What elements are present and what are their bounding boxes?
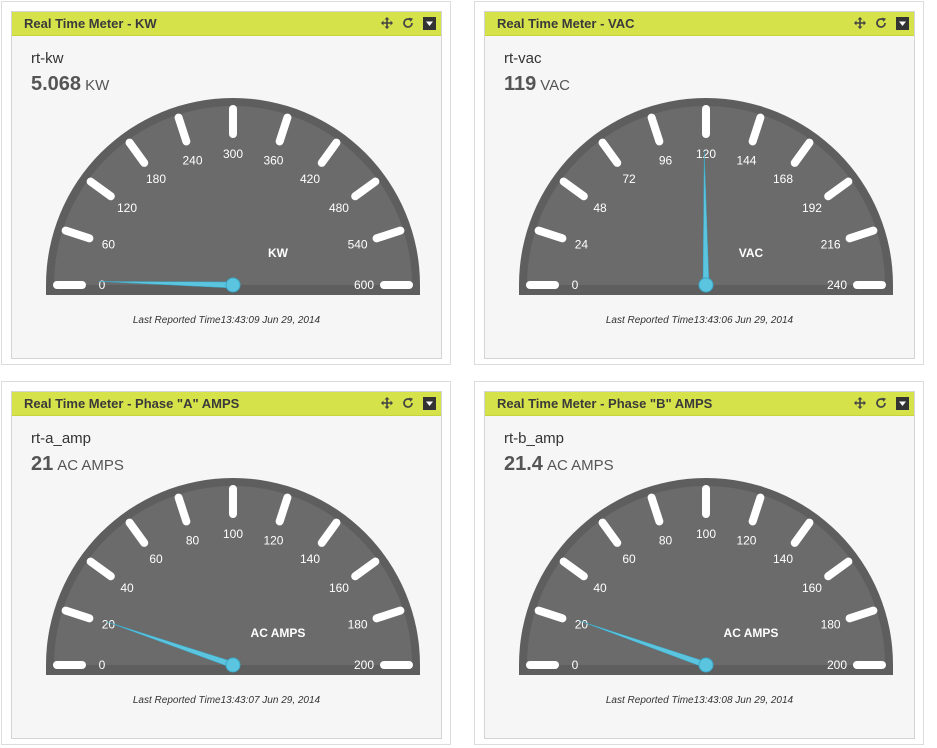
gauge-tick-label: 240 [183,153,203,167]
gauge-tick-label: 120 [263,533,283,547]
gauge-needle-hub [225,277,241,293]
gauge-tick-label: 360 [263,153,283,167]
gauge-tick-label: 60 [102,238,116,252]
widget-panel: Real Time Meter - Phase "A" AMPS rt-a_am… [11,391,442,739]
gauge-tick-label: 180 [348,618,368,632]
gauge-tick-label: 80 [186,533,200,547]
gauge-tick-label: 48 [593,201,607,215]
last-reported-time: Last Reported Time13:43:07 Jun 29, 2014 [132,695,321,706]
gauge-tick-label: 240 [827,278,847,292]
gauge-tick-label: 100 [223,527,243,541]
gauge-tick-label: 100 [696,527,716,541]
gauge-tick-label: 20 [575,618,589,632]
gauge-tick-label: 20 [102,618,116,632]
widget-panel: Real Time Meter - KW rt-kw 5.068 KW 0 60 12… [11,11,442,359]
gauge-tick-label: 40 [593,581,607,595]
gauge: 0 20 40 60 80 100 120 140 160 180 200 AC AMPS [46,478,420,675]
gauge-tick-label: 540 [348,238,368,252]
last-reported-time: Last Reported Time13:43:06 Jun 29, 2014 [605,315,794,326]
gauge-needle-hub [698,657,714,673]
gauge-tick-label: 120 [117,201,137,215]
gauge-tick-label: 420 [300,172,320,186]
gauge-tick-label: 60 [149,552,163,566]
gauge-unit-label: AC AMPS [724,626,779,640]
gauge-tick-label: 216 [821,238,841,252]
gauge-unit-label: VAC [739,246,764,260]
gauge-tick-label: 140 [300,552,320,566]
gauge-tick-label: 120 [736,533,756,547]
gauge-tick-label: 160 [802,581,822,595]
gauge-tick-label: 600 [354,278,374,292]
gauge-tick-label: 200 [827,658,847,672]
gauge-tick-label: 160 [329,581,349,595]
widget-phase-b-amps: Real Time Meter - Phase "B" AMPS rt-b_am… [474,381,924,745]
gauge-tick-label: 80 [659,533,673,547]
gauge: 0 20 40 60 80 100 120 140 160 180 200 AC AMPS [519,478,893,675]
gauge-tick-label: 40 [120,581,134,595]
gauge-tick-label: 0 [572,278,579,292]
widget-panel: Real Time Meter - VAC rt-vac 119 VAC 0 24 4… [484,11,915,359]
widget-phase-a-amps: Real Time Meter - Phase "A" AMPS rt-a_am… [1,381,451,745]
gauge-unit-label: KW [268,246,289,260]
gauge-tick-label: 192 [802,201,822,215]
gauge-tick-label: 96 [659,153,673,167]
last-reported-time: Last Reported Time13:43:09 Jun 29, 2014 [132,315,321,326]
gauge-tick-label: 0 [99,658,106,672]
last-reported-time: Last Reported Time13:43:08 Jun 29, 2014 [605,695,794,706]
gauge-tick-label: 24 [575,238,589,252]
gauge-tick-label: 180 [821,618,841,632]
gauge-tick-label: 0 [99,278,106,292]
gauge-tick-label: 0 [572,658,579,672]
gauge-tick-label: 480 [329,201,349,215]
gauge-needle-hub [698,277,714,293]
gauge-tick-label: 120 [696,147,716,161]
gauge-needle-hub [225,657,241,673]
gauge-tick-label: 200 [354,658,374,672]
gauge-tick-label: 140 [773,552,793,566]
gauge-tick-label: 144 [736,153,756,167]
gauge-tick-label: 168 [773,172,793,186]
widget-kw: Real Time Meter - KW rt-kw 5.068 KW 0 60 12… [1,1,451,365]
widget-vac: Real Time Meter - VAC rt-vac 119 VAC 0 24 4… [474,1,924,365]
gauge-tick-label: 60 [622,552,636,566]
widget-panel: Real Time Meter - Phase "B" AMPS rt-b_am… [484,391,915,739]
gauge: 0 60 120 180 240 300 360 420 480 540 600 KW [46,98,420,295]
gauge-tick-label: 180 [146,172,166,186]
gauge-tick-label: 300 [223,147,243,161]
gauge-unit-label: AC AMPS [251,626,306,640]
gauge-tick-label: 72 [622,172,636,186]
gauge: 0 24 48 72 96 120 144 168 192 216 240 VAC [519,98,893,295]
